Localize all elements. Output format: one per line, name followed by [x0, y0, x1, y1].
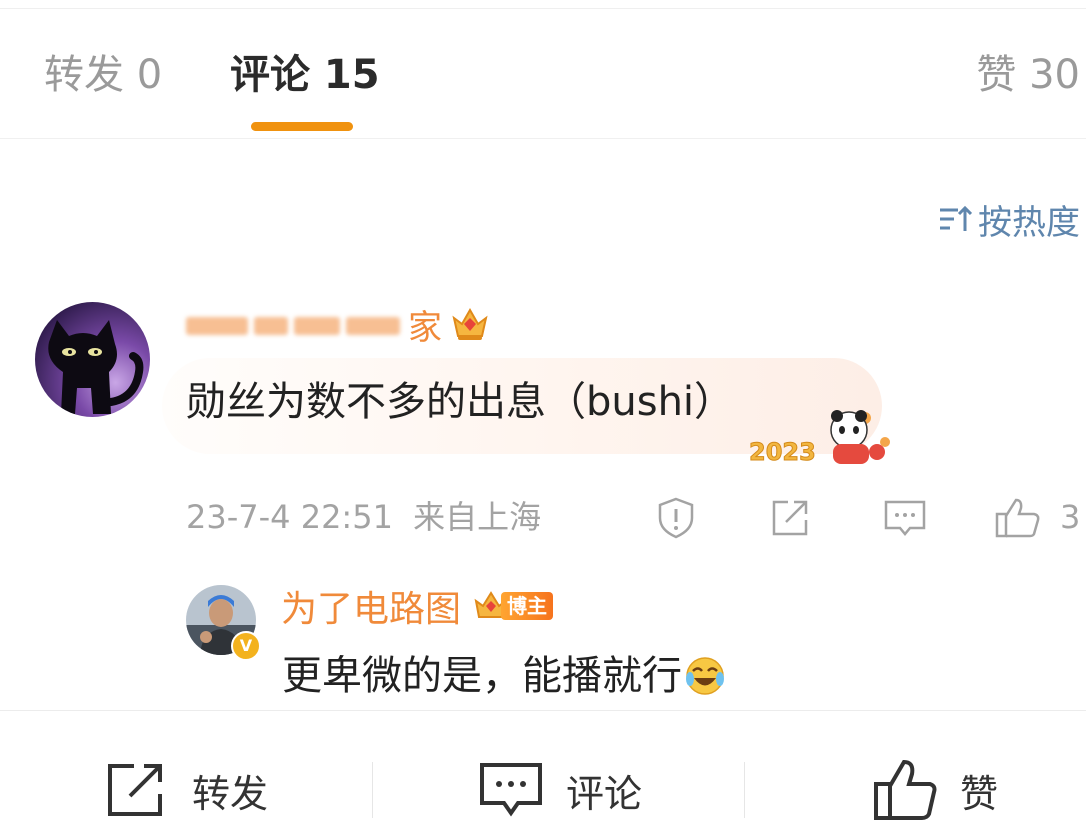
blogger-badge: 博主	[473, 590, 554, 622]
bottom-comment-label: 评论	[566, 771, 643, 816]
tab-divider	[0, 138, 1086, 139]
bottom-repost-label: 转发	[192, 771, 269, 816]
report-icon[interactable]	[654, 496, 698, 540]
laugh-cry-emoji-icon	[686, 657, 724, 695]
avatar[interactable]	[35, 302, 150, 417]
active-tab-indicator	[251, 122, 353, 131]
verified-badge-icon: V	[231, 631, 261, 661]
sort-label: 按热度	[978, 202, 1080, 243]
share-icon[interactable]	[768, 496, 812, 540]
tab-repost[interactable]: 转发 0	[44, 50, 162, 100]
top-divider	[0, 8, 1086, 9]
bottom-like-label: 赞	[960, 771, 999, 816]
crown-icon	[452, 307, 488, 340]
bottom-bar-divider	[0, 710, 1086, 711]
tab-comments[interactable]: 评论 15	[230, 50, 380, 100]
bottom-separator	[372, 762, 373, 818]
thumbs-up-icon	[874, 759, 937, 820]
panda-2023-sticker: 2023	[749, 410, 890, 467]
reply-username-row[interactable]: 为了电路图 博主	[281, 582, 554, 630]
comment-username[interactable]: 家	[186, 301, 490, 348]
like-count: 3	[1060, 498, 1081, 536]
bottom-comment-button[interactable]: 评论	[478, 755, 642, 824]
reply-text: 更卑微的是，能播就行	[282, 653, 682, 699]
username-visible-part: 家	[408, 307, 442, 348]
comment-text: 勋丝为数不多的出息（bushi）	[186, 379, 735, 425]
share-icon	[108, 764, 162, 816]
bottom-separator	[744, 762, 745, 818]
sort-icon	[940, 205, 972, 231]
bottom-like-button[interactable]: 赞	[872, 755, 998, 824]
comment-meta: 23-7-4 22:51 来自上海	[186, 497, 541, 537]
blogger-tag: 博主	[501, 592, 554, 620]
black-cat-avatar	[35, 302, 150, 417]
bottom-repost-button[interactable]: 转发	[104, 755, 268, 824]
blurred-username	[186, 304, 406, 344]
sort-button[interactable]: 按热度	[938, 197, 1080, 243]
tab-likes[interactable]: 赞 30	[976, 50, 1080, 100]
comment-time: 23-7-4 22:51	[186, 498, 393, 536]
comment-icon	[480, 763, 542, 817]
like-icon[interactable]	[994, 496, 1042, 540]
reply-username: 为了电路图	[281, 589, 462, 630]
comment-location: 来自上海	[413, 498, 542, 536]
reply-icon[interactable]	[882, 496, 928, 540]
comment-page: 转发 0 评论 15 赞 30 按热度 家 勋丝为数不多的出息（bushi） 2…	[0, 0, 1086, 824]
sticker-year: 2023	[749, 438, 816, 466]
reply-text-row: 更卑微的是，能播就行	[282, 648, 726, 704]
